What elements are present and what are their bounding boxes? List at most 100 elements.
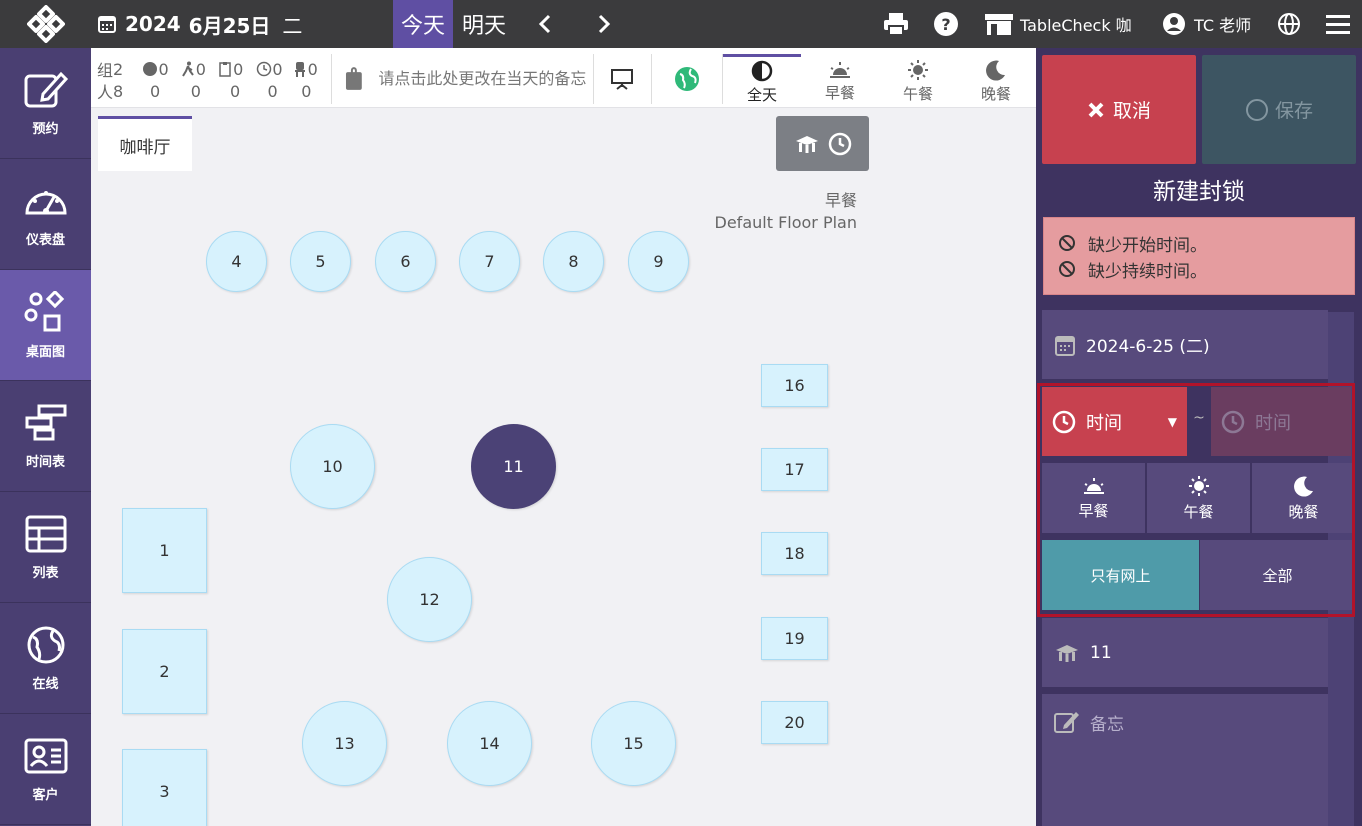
table-9[interactable]: 9 <box>628 231 689 292</box>
groups-label: 组 <box>97 61 114 80</box>
table-14[interactable]: 14 <box>447 701 532 786</box>
stat-seated-groups: 0 <box>292 60 327 79</box>
shapes-icon <box>24 290 64 331</box>
help-icon[interactable]: ? <box>933 0 959 48</box>
stats-groups-row: 组 2 0 0 0 0 0 <box>97 58 327 81</box>
sidebar-item-timeline[interactable]: 时间表 <box>0 381 91 492</box>
presentation-button[interactable] <box>593 54 650 104</box>
sidebar-item-customers[interactable]: 客户 <box>0 714 91 825</box>
cancel-label: 取消 <box>1112 100 1151 122</box>
sidebar-item-label: 预约 <box>32 121 59 137</box>
tab-all-day[interactable]: 全天 <box>723 54 801 108</box>
sidebar-item-label: 客户 <box>32 787 59 803</box>
floor-plan-info: 早餐 Default Floor Plan <box>700 190 857 235</box>
table-5[interactable]: 5 <box>290 231 351 292</box>
table-17[interactable]: 17 <box>761 448 828 491</box>
globe-icon <box>143 62 158 76</box>
print-icon[interactable] <box>883 0 909 48</box>
stats-summary[interactable]: 组 2 0 0 0 0 0 人 8 0 0 0 0 0 <box>97 58 327 103</box>
sidebar-item-label: 时间表 <box>25 454 65 470</box>
sun-icon <box>908 59 928 80</box>
top-bar: 2024 6月25日 二 今天 明天 ? TableCheck 咖 TC 老师 <box>0 0 1362 48</box>
sidebar-item-label: 仪表盘 <box>25 232 65 248</box>
table-19[interactable]: 19 <box>761 617 828 660</box>
table-1[interactable]: 1 <box>122 508 207 593</box>
store-selector[interactable]: TableCheck 咖 <box>984 0 1132 48</box>
sidebar-item-label: 在线 <box>32 676 59 692</box>
globe-icon[interactable] <box>1277 0 1301 48</box>
tab-label: 晚餐 <box>980 84 1011 103</box>
sidebar-item-online[interactable]: 在线 <box>0 603 91 714</box>
chevron-right-icon <box>598 14 611 34</box>
table-6[interactable]: 6 <box>375 231 436 292</box>
stat-request-people: 0 <box>230 81 241 101</box>
stat-request-groups: 0 <box>217 60 256 79</box>
tab-lunch[interactable]: 午餐 <box>879 54 957 108</box>
stat-waiting-groups: 0 <box>256 60 291 79</box>
calendar-icon <box>1055 335 1075 356</box>
today-button[interactable]: 今天 <box>393 0 453 48</box>
gauge-icon <box>24 190 67 214</box>
close-icon <box>1088 102 1104 117</box>
floor-tab-cafe[interactable]: 咖啡厅 <box>98 116 192 171</box>
error-line: 缺少开始时间。 <box>1058 230 1354 256</box>
left-sidebar: 预约 仪表盘 桌面图 时间表 列表 在线 客户 <box>0 48 91 826</box>
error-text: 缺少开始时间。 <box>1088 235 1207 256</box>
table-16[interactable]: 16 <box>761 364 828 407</box>
edit-icon <box>24 71 68 107</box>
sidebar-item-floor-plan[interactable]: 桌面图 <box>0 270 91 381</box>
tab-breakfast[interactable]: 早餐 <box>801 54 879 108</box>
date-display[interactable]: 2024 6月25日 二 <box>97 0 302 48</box>
table-18[interactable]: 18 <box>761 532 828 575</box>
tab-label: 午餐 <box>902 84 933 103</box>
table-10[interactable]: 10 <box>290 424 375 509</box>
next-day-button[interactable] <box>589 0 619 48</box>
table-2[interactable]: 2 <box>122 629 207 714</box>
memo-placeholder: 备忘 <box>1090 715 1124 735</box>
date-field[interactable]: 2024-6-25 (二) <box>1042 310 1328 379</box>
date-value: 2024-6-25 (二) <box>1086 337 1210 357</box>
table-15[interactable]: 15 <box>591 701 676 786</box>
floor-plan-schedule-button[interactable] <box>776 116 869 171</box>
clock-icon <box>257 61 272 77</box>
stats-people-row: 人 8 0 0 0 0 0 <box>97 80 327 103</box>
floor-toolbar: 组 2 0 0 0 0 0 人 8 0 0 0 0 0 请点击此处更改在当天的备… <box>91 48 1036 108</box>
half-circle-icon <box>751 60 773 82</box>
sidebar-item-dashboard[interactable]: 仪表盘 <box>0 159 91 270</box>
tomorrow-button[interactable]: 明天 <box>453 0 515 48</box>
table-icon <box>795 135 818 153</box>
sidebar-item-label: 桌面图 <box>25 344 65 360</box>
sidebar-item-reservations[interactable]: 预约 <box>0 48 91 159</box>
table-11-selected[interactable]: 11 <box>471 424 556 509</box>
globe-icon <box>674 67 699 91</box>
tab-dinner[interactable]: 晚餐 <box>957 54 1035 108</box>
sidebar-item-list[interactable]: 列表 <box>0 492 91 603</box>
stat-total-groups: 2 <box>113 59 124 79</box>
table-icon <box>1056 644 1078 662</box>
hamburger-menu-icon[interactable] <box>1326 0 1350 48</box>
table-value: 11 <box>1090 642 1112 663</box>
table-13[interactable]: 13 <box>302 701 387 786</box>
prev-day-button[interactable] <box>530 0 560 48</box>
app-logo-icon[interactable] <box>0 0 91 48</box>
save-button[interactable]: 保存 <box>1202 55 1356 164</box>
table-12[interactable]: 12 <box>387 557 472 642</box>
cancel-button[interactable]: 取消 <box>1042 55 1196 164</box>
table-3[interactable]: 3 <box>122 749 207 826</box>
table-20[interactable]: 20 <box>761 701 828 744</box>
date-weekday: 二 <box>282 13 303 38</box>
stat-walkin-people: 0 <box>190 81 201 101</box>
moon-icon <box>986 60 1005 81</box>
memo-field[interactable]: 备忘 <box>1042 694 1328 826</box>
presentation-icon <box>611 69 633 90</box>
table-4[interactable]: 4 <box>206 231 267 292</box>
clipboard-icon <box>219 62 231 77</box>
day-memo-text: 请点击此处更改在当天的备忘 <box>378 69 587 89</box>
table-8[interactable]: 8 <box>543 231 604 292</box>
online-globe-button[interactable] <box>651 54 721 104</box>
user-menu[interactable]: TC 老师 <box>1162 0 1251 48</box>
stat-online-people: 0 <box>149 81 161 101</box>
table-field[interactable]: 11 <box>1042 618 1328 687</box>
day-memo-button[interactable]: 请点击此处更改在当天的备忘 <box>331 54 591 104</box>
table-7[interactable]: 7 <box>459 231 520 292</box>
